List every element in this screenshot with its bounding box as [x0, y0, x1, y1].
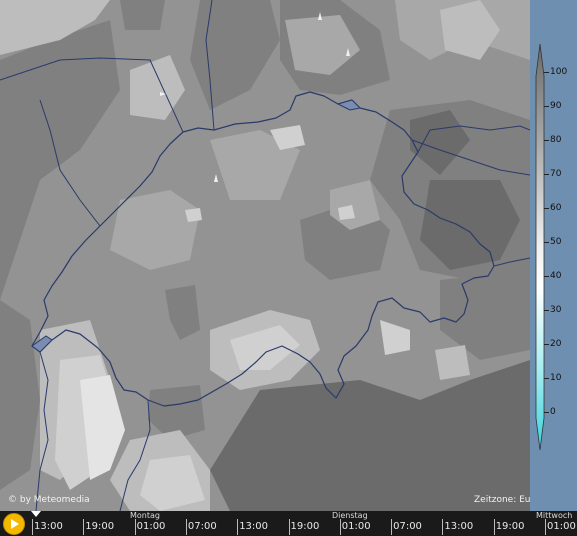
legend-tick-label: 0	[550, 407, 556, 417]
legend-tick-label: 80	[550, 135, 562, 145]
timeline-tick	[442, 519, 444, 535]
legend-tick-label: 100	[550, 67, 568, 77]
timeline-tick	[493, 519, 495, 535]
legend-tick-label: 40	[550, 271, 562, 281]
timeline-hour-label[interactable]: 13:00	[444, 521, 473, 533]
legend-tick-mark	[544, 140, 549, 141]
legend-panel: 100 90 80 70 60 50 40 30 20 10 0	[530, 0, 577, 511]
timeline-hour-label[interactable]: 19:00	[85, 521, 114, 533]
forecast-widget: © by Meteomedia Zeitzone: Europa/Zurich …	[0, 0, 577, 536]
timeline-hour-label[interactable]: 19:00	[496, 521, 525, 533]
timeline-cursor[interactable]	[31, 511, 41, 517]
legend-tick-mark	[544, 208, 549, 209]
legend-tick-mark	[544, 72, 549, 73]
timeline-tick	[545, 519, 546, 535]
credit-text[interactable]: © by Meteomedia	[8, 495, 90, 505]
cloud-cover-map[interactable]	[0, 0, 530, 511]
timeline-tick	[32, 519, 33, 535]
legend-tick-mark	[544, 276, 549, 277]
cloud-zone	[185, 208, 202, 222]
timeline-hour-label[interactable]: 13:00	[34, 521, 63, 533]
legend-tick-mark	[544, 174, 549, 175]
timeline-bar[interactable]: 13:00 19:00 01:00 07:00 13:00 19:00 01:00 07:00…	[0, 511, 577, 536]
play-button[interactable]	[3, 513, 25, 535]
legend-tick-label: 70	[550, 169, 562, 179]
cloud-zone	[120, 0, 165, 30]
timeline-day-label: Mittwoch	[536, 511, 573, 520]
legend-tick-mark	[544, 242, 549, 243]
timeline-day-label: Montag	[130, 511, 160, 520]
timeline-tick	[83, 519, 85, 535]
play-icon	[11, 519, 19, 529]
timeline-tick	[237, 519, 239, 535]
timeline-hour-label[interactable]: 07:00	[188, 521, 217, 533]
legend-tick-mark	[544, 344, 549, 345]
timeline-hour-label[interactable]: 01:00	[547, 521, 576, 533]
legend-tick-label: 50	[550, 237, 562, 247]
timeline-hour-label[interactable]: 07:00	[393, 521, 422, 533]
timeline-hour-label[interactable]: 01:00	[137, 521, 166, 533]
timeline-hour-label[interactable]: 01:00	[342, 521, 371, 533]
timeline-tick	[288, 519, 290, 535]
legend-tick-label: 20	[550, 339, 562, 349]
timeline-day-label: Dienstag	[332, 511, 368, 520]
legend-tick-mark	[544, 106, 549, 107]
cloud-zone	[435, 345, 470, 380]
legend-tick-mark	[544, 310, 549, 311]
legend-tick-mark	[544, 412, 549, 413]
legend-bar	[535, 43, 545, 451]
legend-tick-label: 30	[550, 305, 562, 315]
timeline-tick	[185, 519, 187, 535]
legend-tick-label: 10	[550, 373, 562, 383]
timeline-tick	[134, 519, 136, 535]
timeline-hour-label[interactable]: 19:00	[291, 521, 320, 533]
legend-tick-mark	[544, 378, 549, 379]
timeline-tick	[391, 519, 393, 535]
legend-tick-label: 60	[550, 203, 562, 213]
timeline-hour-label[interactable]: 13:00	[239, 521, 268, 533]
timeline-tick	[339, 519, 341, 535]
legend-tick-label: 90	[550, 101, 562, 111]
